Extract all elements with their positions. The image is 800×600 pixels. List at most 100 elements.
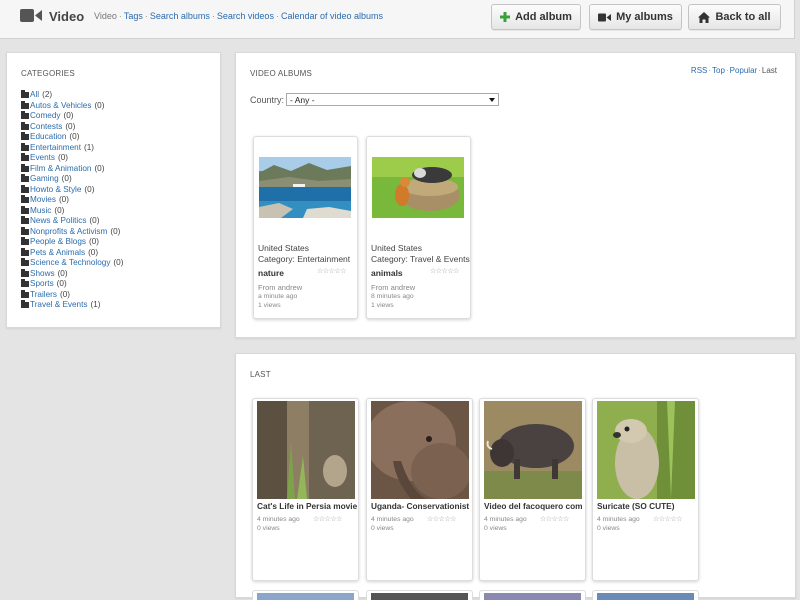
album-card[interactable]: United States Category: Entertainment na… xyxy=(253,136,358,319)
category-link[interactable]: Gaming xyxy=(30,174,59,185)
my-albums-button[interactable]: My albums xyxy=(589,4,682,30)
video-card[interactable]: Uganda- Conservationist 4 minutes ago ☆☆… xyxy=(366,398,473,581)
album-thumbnail[interactable] xyxy=(259,157,351,218)
album-thumbnail-image xyxy=(372,157,464,218)
category-link[interactable]: Nonprofits & Activism xyxy=(30,227,107,238)
album-name[interactable]: nature xyxy=(258,268,284,278)
nav-search-albums-link[interactable]: Search albums xyxy=(150,11,210,21)
folder-icon xyxy=(21,90,29,99)
rating-stars[interactable]: ☆☆☆☆☆ xyxy=(317,267,346,275)
category-item: Sports (0) xyxy=(21,279,123,290)
folder-icon xyxy=(21,205,29,214)
category-item: Education (0) xyxy=(21,132,123,143)
nav-search-videos-link[interactable]: Search videos xyxy=(217,11,274,21)
album-name[interactable]: animals xyxy=(371,268,403,278)
category-count: (1) xyxy=(90,300,101,309)
category-link[interactable]: Movies xyxy=(30,195,56,206)
category-count: (0) xyxy=(56,279,67,288)
rating-stars[interactable]: ☆☆☆☆☆ xyxy=(427,515,456,523)
category-link[interactable]: Autos & Vehicles xyxy=(30,101,91,112)
sort-last-current: Last xyxy=(761,66,777,75)
folder-icon xyxy=(21,237,29,246)
video-camera-icon xyxy=(20,9,42,22)
category-count: (0) xyxy=(69,132,80,141)
category-item: Science & Technology (0) xyxy=(21,258,123,269)
category-link[interactable]: Film & Animation xyxy=(30,164,91,175)
rss-link[interactable]: RSS xyxy=(691,66,707,75)
category-link[interactable]: Music xyxy=(30,206,51,217)
category-link[interactable]: Science & Technology xyxy=(30,258,110,269)
category-link[interactable]: Trailers xyxy=(30,290,57,301)
category-link[interactable]: Shows xyxy=(30,269,55,280)
category-link[interactable]: Howto & Style xyxy=(30,185,81,196)
category-count: (0) xyxy=(54,205,65,215)
folder-icon xyxy=(21,300,29,309)
category-link[interactable]: Comedy xyxy=(30,111,61,122)
folder-icon xyxy=(21,279,29,288)
category-item: All (2) xyxy=(21,90,123,101)
category-item: Gaming (0) xyxy=(21,174,123,185)
category-item: Contests (0) xyxy=(21,122,123,133)
category-count: (2) xyxy=(42,90,53,99)
breadcrumb-nav: Video · Tags · Search albums · Search videos · C… xyxy=(94,11,384,21)
home-icon xyxy=(698,11,711,23)
rating-stars[interactable]: ☆☆☆☆☆ xyxy=(653,515,682,523)
category-count: (0) xyxy=(60,289,71,299)
category-link[interactable]: News & Politics xyxy=(30,216,86,227)
album-author: From andrew xyxy=(371,283,416,292)
video-thumbnail[interactable] xyxy=(257,401,355,499)
video-thumbnail[interactable] xyxy=(371,401,469,499)
sort-top-link[interactable]: Top xyxy=(712,66,725,75)
rating-stars[interactable]: ☆☆☆☆☆ xyxy=(540,515,569,523)
video-title[interactable]: Suricate (SO CUTE) xyxy=(597,501,697,511)
video-thumbnail-image xyxy=(597,401,695,499)
category-item: Trailers (0) xyxy=(21,290,123,301)
category-count: (0) xyxy=(65,121,76,131)
album-time: a minute ago xyxy=(258,293,298,300)
category-link[interactable]: Pets & Animals xyxy=(30,248,85,259)
rating-stars[interactable]: ☆☆☆☆☆ xyxy=(430,267,459,275)
country-filter: Country: - Any - xyxy=(250,93,500,106)
album-thumbnail[interactable] xyxy=(372,157,464,218)
category-link[interactable]: People & Blogs xyxy=(30,237,86,248)
video-title[interactable]: Uganda- Conservationist xyxy=(371,501,471,511)
category-link[interactable]: Sports xyxy=(30,279,54,290)
video-card[interactable]: Cat's Life in Persia movie 4 minutes ago… xyxy=(252,398,359,581)
video-thumbnail-image xyxy=(371,401,469,499)
video-views: 0 views xyxy=(597,525,620,532)
category-count: (1) xyxy=(83,142,94,152)
video-card[interactable]: Suricate (SO CUTE) 4 minutes ago ☆☆☆☆☆ 0… xyxy=(592,398,699,581)
category-link[interactable]: Entertainment xyxy=(30,143,81,154)
category-link[interactable]: Travel & Events xyxy=(30,300,87,311)
sort-links: RSS·Top·Popular·Last xyxy=(690,66,777,75)
country-select[interactable]: - Any - xyxy=(286,93,500,106)
sort-popular-link[interactable]: Popular xyxy=(730,66,758,75)
folder-icon xyxy=(21,121,29,130)
category-link[interactable]: Contests xyxy=(30,122,62,133)
category-count: (0) xyxy=(61,174,72,183)
folder-icon xyxy=(21,174,29,183)
album-thumbnail-image xyxy=(259,157,351,218)
page-title: Video xyxy=(49,9,85,24)
folder-icon xyxy=(21,268,29,277)
category-link[interactable]: All xyxy=(30,90,39,101)
category-item: Autos & Vehicles (0) xyxy=(21,101,123,112)
rating-stars[interactable]: ☆☆☆☆☆ xyxy=(313,515,342,523)
nav-tags-link[interactable]: Tags xyxy=(124,11,143,21)
last-videos-title: LAST xyxy=(250,370,271,379)
video-thumbnail[interactable] xyxy=(484,401,582,499)
folder-icon xyxy=(21,247,29,256)
category-item: Music (0) xyxy=(21,206,123,217)
category-link[interactable]: Education xyxy=(30,132,66,143)
nav-calendar-link[interactable]: Calendar of video albums xyxy=(281,11,383,21)
video-thumbnail-image xyxy=(484,401,582,499)
video-card[interactable]: Video del facoquero com 4 minutes ago ☆☆… xyxy=(479,398,586,581)
video-title[interactable]: Cat's Life in Persia movie xyxy=(257,501,357,511)
video-title[interactable]: Video del facoquero com xyxy=(484,501,584,511)
back-to-all-button[interactable]: Back to all xyxy=(688,4,781,30)
album-card[interactable]: United States Category: Travel & Events … xyxy=(366,136,471,319)
category-count: (0) xyxy=(57,268,68,278)
category-link[interactable]: Events xyxy=(30,153,55,164)
add-album-button[interactable]: Add album xyxy=(491,4,581,30)
video-thumbnail[interactable] xyxy=(597,401,695,499)
